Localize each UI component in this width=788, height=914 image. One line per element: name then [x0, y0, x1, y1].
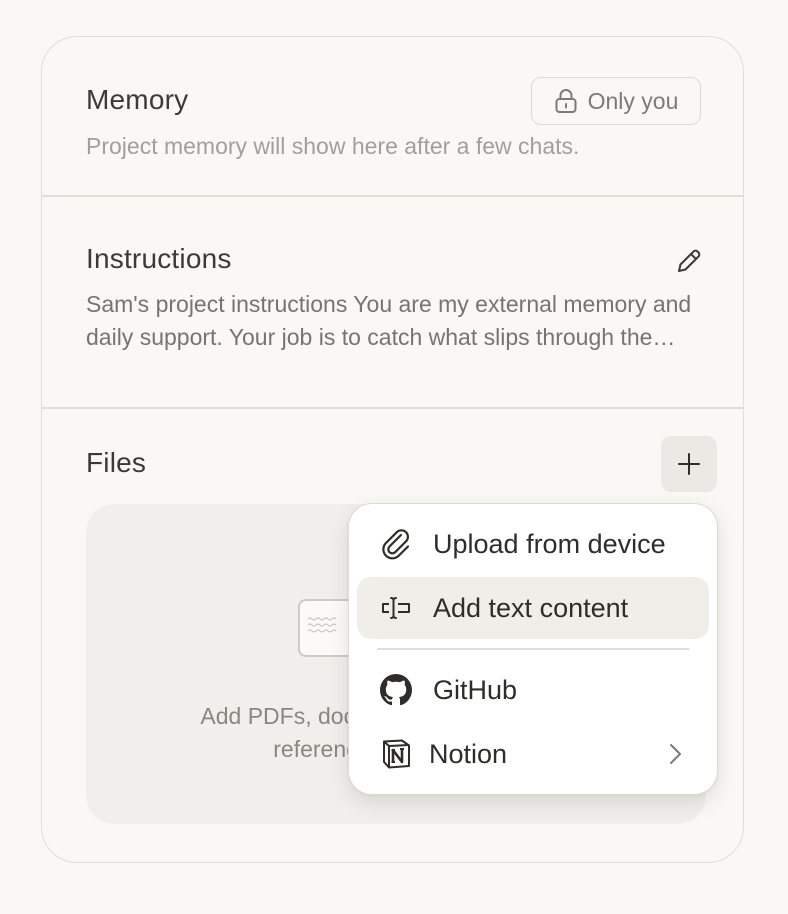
visibility-badge[interactable]: Only you: [531, 77, 701, 125]
plus-icon: [678, 453, 700, 475]
edit-instructions-button[interactable]: [674, 246, 704, 276]
section-divider: [42, 407, 743, 409]
menu-item-label: Notion: [429, 738, 508, 769]
menu-divider: [377, 648, 689, 650]
menu-item-label: GitHub: [433, 674, 518, 705]
section-divider: [42, 195, 743, 197]
instructions-title: Instructions: [86, 243, 232, 274]
menu-item-upload-from-device[interactable]: Upload from device: [357, 513, 709, 575]
files-title: Files: [86, 447, 147, 478]
github-icon: [379, 673, 413, 707]
menu-item-label: Upload from device: [433, 528, 666, 559]
menu-item-github[interactable]: GitHub: [357, 659, 709, 721]
menu-item-notion[interactable]: Notion: [357, 723, 709, 785]
lock-icon: [555, 89, 577, 113]
text-cursor-icon: [379, 591, 413, 625]
memory-title: Memory: [86, 84, 189, 115]
add-file-menu: Upload from device Add text content GitH…: [348, 503, 718, 795]
menu-item-label: Add text content: [433, 592, 629, 623]
menu-item-add-text-content[interactable]: Add text content: [357, 577, 709, 639]
memory-placeholder: Project memory will show here after a fe…: [86, 133, 580, 159]
paperclip-icon: [379, 527, 413, 561]
visibility-label: Only you: [587, 87, 679, 114]
pencil-icon: [678, 249, 701, 272]
instructions-preview[interactable]: Sam's project instructions You are my ex…: [86, 288, 704, 354]
add-file-button[interactable]: [661, 436, 717, 492]
notion-icon: [379, 737, 413, 771]
chevron-right-icon: [670, 744, 681, 764]
